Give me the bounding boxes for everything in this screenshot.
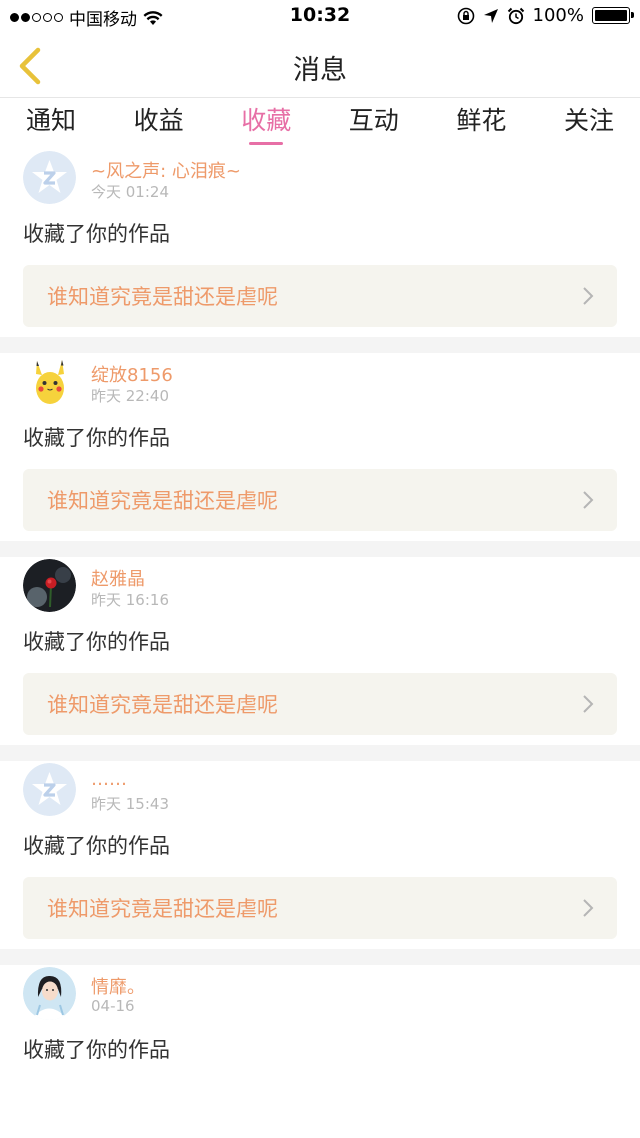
work-link[interactable]: 谁知道究竟是甜还是虐呢	[23, 877, 617, 939]
tab-label: 通知	[26, 106, 77, 135]
feed-item: 赵雅晶 昨天 16:16 收藏了你的作品 谁知道究竟是甜还是虐呢	[0, 557, 640, 745]
tab-bar: 通知 收益 收藏 互动 鲜花 关注	[0, 99, 640, 149]
feed-item-header: 绽放8156 昨天 22:40	[23, 353, 617, 415]
chevron-right-icon	[583, 491, 594, 509]
tab-interactions[interactable]: 互动	[349, 99, 399, 149]
work-title: 谁知道究竟是甜还是虐呢	[47, 693, 278, 717]
status-bar: 中国移动 10:32 100%	[0, 0, 640, 32]
timestamp: 昨天 16:16	[91, 591, 169, 609]
user-name[interactable]: 绽放8156	[91, 361, 173, 387]
girl-avatar[interactable]	[23, 967, 76, 1020]
feed-item: 绽放8156 昨天 22:40 收藏了你的作品 谁知道究竟是甜还是虐呢	[0, 353, 640, 541]
action-text: 收藏了你的作品	[23, 630, 170, 654]
user-name[interactable]: ~风之声: 心泪痕~	[91, 157, 241, 183]
work-link[interactable]: 谁知道究竟是甜还是虐呢	[23, 469, 617, 531]
action-text: 收藏了你的作品	[23, 222, 170, 246]
default-avatar-icon[interactable]	[23, 763, 76, 816]
timestamp: 04-16	[91, 997, 135, 1015]
work-link[interactable]: 谁知道究竟是甜还是虐呢	[23, 265, 617, 327]
timestamp: 今天 01:24	[91, 183, 169, 201]
page-title: 消息	[293, 55, 347, 86]
chevron-right-icon	[583, 695, 594, 713]
divider	[0, 949, 640, 965]
timestamp: 昨天 15:43	[91, 795, 169, 813]
chevron-right-icon	[583, 899, 594, 917]
tab-earnings[interactable]: 收益	[134, 99, 184, 149]
action-text: 收藏了你的作品	[23, 426, 170, 450]
tab-label: 互动	[348, 106, 399, 135]
default-avatar-icon[interactable]	[23, 151, 76, 204]
user-name[interactable]: 赵雅晶	[91, 565, 145, 591]
status-right: 100%	[457, 5, 634, 26]
feed-item: …… 昨天 15:43 收藏了你的作品 谁知道究竟是甜还是虐呢	[0, 761, 640, 949]
alarm-clock-icon	[507, 7, 524, 24]
work-link[interactable]: 谁知道究竟是甜还是虐呢	[23, 673, 617, 735]
chevron-right-icon	[583, 287, 594, 305]
user-name[interactable]: 情靡。	[91, 973, 145, 999]
tab-label: 收益	[133, 106, 184, 135]
action-text: 收藏了你的作品	[23, 834, 170, 858]
feed-item-header: 情靡。 04-16	[23, 965, 617, 1027]
tab-label: 关注	[563, 106, 614, 135]
active-tab-indicator	[249, 142, 284, 145]
divider	[0, 337, 640, 353]
pikachu-avatar[interactable]	[23, 355, 76, 408]
battery-icon	[592, 7, 634, 24]
tab-label: 收藏	[241, 106, 292, 135]
user-name[interactable]: ……	[91, 769, 127, 790]
tab-favorites[interactable]: 收藏	[241, 99, 291, 149]
tab-label: 鲜花	[456, 106, 507, 135]
feed-item-header: …… 昨天 15:43	[23, 761, 617, 823]
tab-flowers[interactable]: 鲜花	[456, 99, 506, 149]
feed-item-header: 赵雅晶 昨天 16:16	[23, 557, 617, 619]
work-title: 谁知道究竟是甜还是虐呢	[47, 489, 278, 513]
tab-follows[interactable]: 关注	[564, 99, 614, 149]
divider	[0, 745, 640, 761]
timestamp: 昨天 22:40	[91, 387, 169, 405]
divider	[0, 541, 640, 557]
work-title: 谁知道究竟是甜还是虐呢	[47, 897, 278, 921]
battery-percent: 100%	[532, 5, 584, 26]
feed-item: 情靡。 04-16 收藏了你的作品	[0, 965, 640, 1138]
rose-avatar[interactable]	[23, 559, 76, 612]
favorites-feed: ~风之声: 心泪痕~ 今天 01:24 收藏了你的作品 谁知道究竟是甜还是虐呢	[0, 149, 640, 1138]
action-text: 收藏了你的作品	[23, 1038, 170, 1062]
location-arrow-icon	[483, 8, 498, 23]
tab-notifications[interactable]: 通知	[26, 99, 76, 149]
work-title: 谁知道究竟是甜还是虐呢	[47, 285, 278, 309]
nav-bar: 消息	[0, 32, 640, 98]
rotation-lock-icon	[457, 7, 474, 24]
feed-item-header: ~风之声: 心泪痕~ 今天 01:24	[23, 149, 617, 211]
feed-item: ~风之声: 心泪痕~ 今天 01:24 收藏了你的作品 谁知道究竟是甜还是虐呢	[0, 149, 640, 337]
